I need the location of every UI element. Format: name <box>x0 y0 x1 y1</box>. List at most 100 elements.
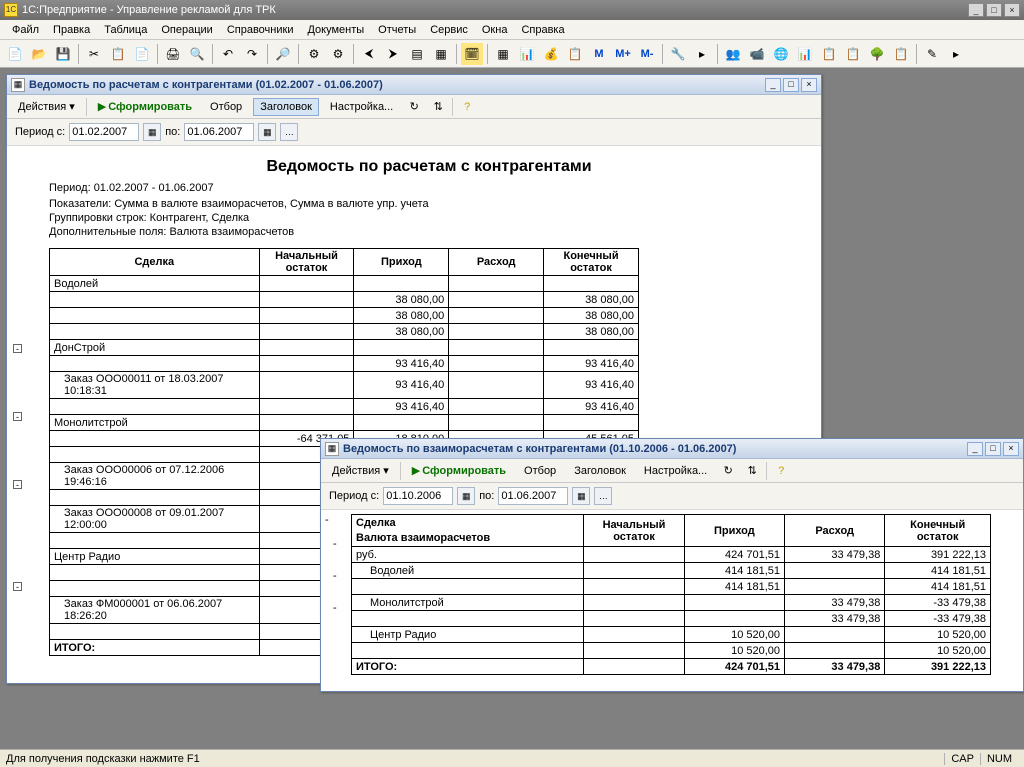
setup-button[interactable]: Настройка... <box>323 98 400 116</box>
menu-reports[interactable]: Отчеты <box>372 22 422 38</box>
collapse-icon[interactable]: - <box>333 538 337 550</box>
close-button[interactable]: × <box>1004 3 1020 17</box>
table-row[interactable]: 38 080,0038 080,00 <box>50 308 639 324</box>
table-row[interactable]: Монолитстрой33 479,38-33 479,38 <box>352 595 991 611</box>
save-icon[interactable]: 💾 <box>52 43 74 65</box>
calendar-to-icon[interactable]: ▦ <box>258 123 276 141</box>
header-button[interactable]: Заголовок <box>567 462 633 480</box>
money-icon[interactable]: 💰 <box>540 43 562 65</box>
cut-icon[interactable]: ✂ <box>83 43 105 65</box>
actions-button[interactable]: Действия ▾ <box>11 97 82 116</box>
period-ellipsis[interactable]: … <box>594 487 612 505</box>
table-row[interactable]: 38 080,0038 080,00 <box>50 292 639 308</box>
tree-toggle-icon[interactable]: ⇅ <box>742 461 762 481</box>
period-to-input[interactable] <box>498 487 568 505</box>
period-from-input[interactable] <box>69 123 139 141</box>
refresh-icon[interactable]: ↻ <box>718 461 738 481</box>
table-row[interactable]: Водолей414 181,51414 181,51 <box>352 563 991 579</box>
list2-icon[interactable]: 📋 <box>842 43 864 65</box>
win2-report-area[interactable]: Сделка Начальный остаток Приход Расход К… <box>321 510 1023 691</box>
tree-icon[interactable]: 🌳 <box>866 43 888 65</box>
tool-icon[interactable]: ⚙ <box>303 43 325 65</box>
collapse-icon[interactable]: - <box>325 514 337 526</box>
table-row[interactable]: 10 520,0010 520,00 <box>352 643 991 659</box>
paste-icon[interactable]: 📄 <box>131 43 153 65</box>
refresh-icon[interactable]: ↻ <box>404 97 424 117</box>
help-icon[interactable]: ? <box>771 461 791 481</box>
win2-maximize[interactable]: □ <box>985 442 1001 456</box>
nav2-icon[interactable]: ⮞ <box>382 43 404 65</box>
calendar-from-icon[interactable]: ▦ <box>143 123 161 141</box>
menu-file[interactable]: Файл <box>6 22 45 38</box>
period-from-input[interactable] <box>383 487 453 505</box>
table-row[interactable]: 93 416,4093 416,40 <box>50 356 639 372</box>
maximize-button[interactable]: □ <box>986 3 1002 17</box>
actions-button[interactable]: Действия ▾ <box>325 461 396 480</box>
more-icon[interactable]: ▸ <box>945 43 967 65</box>
collapse-icon[interactable]: - <box>13 412 22 421</box>
table-row[interactable]: руб.424 701,5133 479,38391 222,13 <box>352 547 991 563</box>
tool2-icon[interactable]: ⚙ <box>327 43 349 65</box>
win1-maximize[interactable]: □ <box>783 78 799 92</box>
table-row[interactable]: Заказ ООО00011 от 18.03.2007 10:18:3193 … <box>50 372 639 399</box>
table-row[interactable]: Центр Радио10 520,0010 520,00 <box>352 627 991 643</box>
nav1-icon[interactable]: ⮜ <box>358 43 380 65</box>
list3-icon[interactable]: 📋 <box>890 43 912 65</box>
filter-button[interactable]: Отбор <box>517 462 563 480</box>
win1-minimize[interactable]: _ <box>765 78 781 92</box>
preview-icon[interactable]: 🔍 <box>186 43 208 65</box>
menu-table[interactable]: Таблица <box>98 22 153 38</box>
new-icon[interactable]: 📄 <box>4 43 26 65</box>
help-icon[interactable]: ? <box>457 97 477 117</box>
menu-operations[interactable]: Операции <box>155 22 218 38</box>
table-row[interactable]: ДонСтрой <box>50 340 639 356</box>
menu-windows[interactable]: Окна <box>476 22 514 38</box>
table-row[interactable]: 93 416,4093 416,40 <box>50 399 639 415</box>
doc-icon[interactable]: 📋 <box>564 43 586 65</box>
menu-documents[interactable]: Документы <box>301 22 370 38</box>
outline-gutter[interactable]: - - - - <box>9 146 31 683</box>
menu-edit[interactable]: Правка <box>47 22 96 38</box>
form-button[interactable]: ▶Сформировать <box>91 97 199 116</box>
m-button[interactable]: M <box>588 43 610 65</box>
collapse-icon[interactable]: - <box>333 570 337 582</box>
mplus-button[interactable]: M+ <box>612 43 634 65</box>
collapse-icon[interactable]: - <box>333 602 337 614</box>
win1-close[interactable]: × <box>801 78 817 92</box>
table-row[interactable]: ИТОГО:424 701,5133 479,38391 222,13 <box>352 659 991 675</box>
copy-icon[interactable]: 📋 <box>107 43 129 65</box>
grid-icon[interactable]: ▦ <box>492 43 514 65</box>
collapse-icon[interactable]: - <box>13 344 22 353</box>
calendar-to-icon[interactable]: ▦ <box>572 487 590 505</box>
undo-icon[interactable]: ↶ <box>217 43 239 65</box>
globe-icon[interactable]: 🌐 <box>770 43 792 65</box>
config-icon[interactable]: 🔧 <box>667 43 689 65</box>
table-row[interactable]: Водолей <box>50 276 639 292</box>
outline-gutter[interactable]: - - - - <box>325 514 337 614</box>
win2-minimize[interactable]: _ <box>967 442 983 456</box>
minimize-button[interactable]: _ <box>968 3 984 17</box>
print-icon[interactable]: 🖨 <box>162 43 184 65</box>
pencil-icon[interactable]: ✎ <box>921 43 943 65</box>
report-icon[interactable]: 📊 <box>516 43 538 65</box>
period-ellipsis[interactable]: … <box>280 123 298 141</box>
menu-catalogs[interactable]: Справочники <box>221 22 300 38</box>
form-button[interactable]: ▶Сформировать <box>405 461 513 480</box>
calc-icon[interactable]: 🗓 <box>461 43 483 65</box>
menu-help[interactable]: Справка <box>515 22 570 38</box>
win2-close[interactable]: × <box>1003 442 1019 456</box>
setup-button[interactable]: Настройка... <box>637 462 714 480</box>
period-to-input[interactable] <box>184 123 254 141</box>
header-button[interactable]: Заголовок <box>253 98 319 116</box>
menu-service[interactable]: Сервис <box>424 22 474 38</box>
collapse-icon[interactable]: - <box>13 480 22 489</box>
nav4-icon[interactable]: ▦ <box>430 43 452 65</box>
calendar-from-icon[interactable]: ▦ <box>457 487 475 505</box>
mminus-button[interactable]: M- <box>636 43 658 65</box>
table-row[interactable]: 38 080,0038 080,00 <box>50 324 639 340</box>
nav3-icon[interactable]: ▤ <box>406 43 428 65</box>
table-row[interactable]: 414 181,51414 181,51 <box>352 579 991 595</box>
camera-icon[interactable]: 📹 <box>746 43 768 65</box>
table-row[interactable]: Монолитстрой <box>50 415 639 431</box>
collapse-icon[interactable]: - <box>13 582 22 591</box>
